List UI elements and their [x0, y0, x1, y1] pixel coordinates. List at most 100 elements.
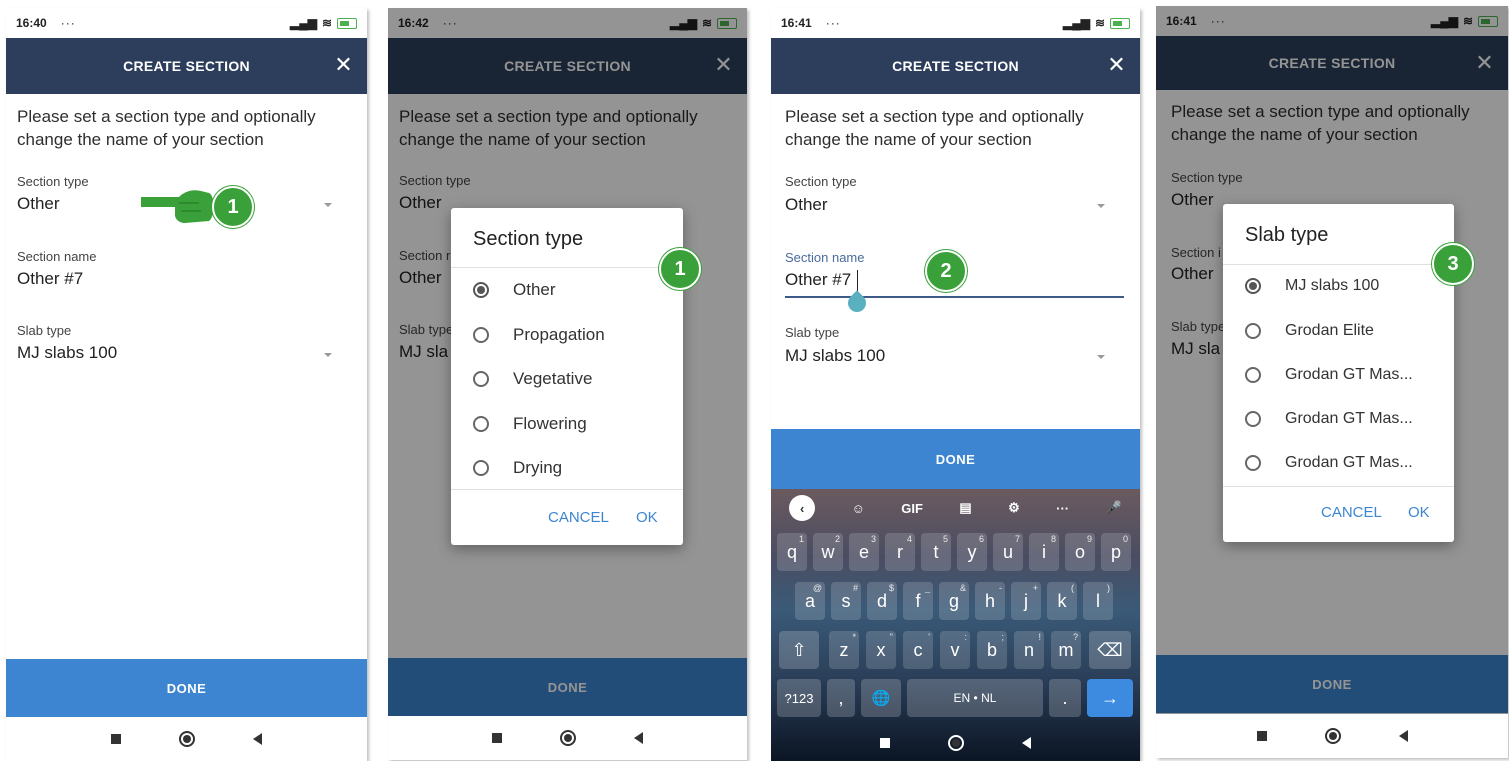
- key-g[interactable]: g &: [939, 582, 969, 620]
- key-o[interactable]: o9: [1065, 533, 1095, 571]
- comma-key[interactable]: ,: [827, 679, 855, 717]
- symbols-key[interactable]: ?123: [777, 679, 821, 717]
- cancel-button[interactable]: CANCEL: [548, 509, 609, 526]
- onscreen-keyboard: ‹ ☺ GIF ▤ ⚙ ··· 🎤 q 1 w 2 e 3 r 4 t 5 y 6 u 7 i 8 o 9 p 0 a @…: [771, 489, 1140, 761]
- option-label: Vegetative: [513, 369, 593, 388]
- done-button[interactable]: DONE: [6, 659, 367, 717]
- cursor-handle[interactable]: [844, 290, 870, 316]
- section-name-input[interactable]: Other #7: [17, 269, 83, 289]
- option-other[interactable]: Other: [473, 280, 556, 300]
- radio-icon[interactable]: [473, 371, 489, 387]
- chevron-down-icon[interactable]: [1097, 204, 1105, 208]
- option-vegetative[interactable]: Vegetative: [473, 369, 592, 389]
- key-t[interactable]: t5: [921, 533, 951, 571]
- radio-icon[interactable]: [1245, 455, 1261, 471]
- space-key[interactable]: EN • NL: [907, 679, 1043, 717]
- slab-type-select[interactable]: MJ slabs 100: [785, 346, 885, 366]
- option-grodan-gt-1[interactable]: Grodan GT Mas...: [1245, 366, 1413, 384]
- key-h[interactable]: h-: [975, 582, 1005, 620]
- close-icon[interactable]: ✕: [1107, 52, 1126, 78]
- period-key[interactable]: .: [1049, 679, 1081, 717]
- key-p[interactable]: p0: [1101, 533, 1131, 571]
- key-m[interactable]: m?: [1051, 631, 1081, 669]
- radio-icon[interactable]: [473, 460, 489, 476]
- phone-screen-3: 16:41 ··· ▂▄▆ ≋ CREATE SECTION ✕ Please se…: [771, 8, 1140, 761]
- home-icon[interactable]: [1324, 728, 1341, 744]
- key-z[interactable]: z *: [829, 631, 859, 669]
- radio-icon[interactable]: [473, 416, 489, 432]
- clipboard-icon[interactable]: ▤: [959, 500, 971, 516]
- option-grodan-gt-3[interactable]: Grodan GT Mas...: [1245, 454, 1413, 472]
- radio-icon[interactable]: [1245, 323, 1261, 339]
- radio-checked-icon[interactable]: [473, 282, 489, 298]
- section-name-input[interactable]: Other #7: [785, 270, 851, 290]
- close-icon[interactable]: ✕: [334, 52, 353, 78]
- key-b[interactable]: b;: [977, 631, 1007, 669]
- section-type-select[interactable]: Other: [785, 195, 828, 215]
- chevron-down-icon[interactable]: [324, 353, 332, 357]
- back-icon[interactable]: [634, 732, 643, 744]
- key-n[interactable]: n!: [1014, 631, 1044, 669]
- backspace-key[interactable]: ⌫: [1089, 631, 1131, 669]
- gif-button[interactable]: GIF: [901, 501, 923, 516]
- intro-text: Please set a section type and optionally…: [17, 107, 316, 149]
- microphone-icon[interactable]: 🎤: [1106, 500, 1122, 516]
- home-icon[interactable]: [560, 730, 576, 746]
- settings-icon[interactable]: ⚙: [1008, 500, 1020, 516]
- sticker-icon[interactable]: ☺: [852, 501, 865, 516]
- key-l[interactable]: l): [1083, 582, 1113, 620]
- done-button[interactable]: DONE: [771, 429, 1140, 489]
- key-v[interactable]: v:: [940, 631, 970, 669]
- home-icon[interactable]: [179, 731, 195, 747]
- home-icon[interactable]: [948, 735, 964, 751]
- option-grodan-gt-2[interactable]: Grodan GT Mas...: [1245, 410, 1413, 428]
- recents-icon[interactable]: [1256, 731, 1267, 741]
- key-w[interactable]: w2: [813, 533, 843, 571]
- key-k[interactable]: k(: [1047, 582, 1077, 620]
- clock: 16:40: [16, 16, 47, 30]
- radio-icon[interactable]: [473, 327, 489, 343]
- key-x[interactable]: x ": [866, 631, 896, 669]
- key-y[interactable]: y6: [957, 533, 987, 571]
- recents-icon[interactable]: [492, 733, 502, 743]
- back-icon[interactable]: [1398, 730, 1408, 742]
- key-hint: +: [1032, 583, 1038, 593]
- back-icon[interactable]: [253, 733, 262, 745]
- key-s[interactable]: s #: [831, 582, 861, 620]
- key-e[interactable]: e3: [849, 533, 879, 571]
- recents-icon[interactable]: [880, 738, 890, 748]
- back-icon[interactable]: [1022, 737, 1031, 749]
- option-flowering[interactable]: Flowering: [473, 414, 587, 434]
- radio-icon[interactable]: [1245, 367, 1261, 383]
- slab-type-select[interactable]: MJ slabs 100: [17, 343, 117, 363]
- collapse-icon[interactable]: ‹: [789, 495, 816, 521]
- chevron-down-icon[interactable]: [324, 203, 332, 207]
- radio-icon[interactable]: [1245, 411, 1261, 427]
- keyboard-toolbar: ‹ ☺ GIF ▤ ⚙ ··· 🎤: [771, 489, 1140, 527]
- cancel-button[interactable]: CANCEL: [1321, 504, 1382, 521]
- more-icon[interactable]: ···: [1056, 501, 1069, 516]
- key-r[interactable]: r4: [885, 533, 915, 571]
- enter-key[interactable]: →: [1087, 679, 1133, 717]
- option-propagation[interactable]: Propagation: [473, 325, 605, 345]
- shift-key[interactable]: ⇧: [779, 631, 819, 669]
- status-icons: ▂▄▆ ≋: [290, 16, 357, 30]
- key-d[interactable]: d $: [867, 582, 897, 620]
- key-u[interactable]: u7: [993, 533, 1023, 571]
- key-j[interactable]: j +: [1011, 582, 1041, 620]
- key-i[interactable]: i8: [1029, 533, 1059, 571]
- recents-icon[interactable]: [111, 734, 121, 744]
- option-grodan-elite[interactable]: Grodan Elite: [1245, 322, 1374, 340]
- option-drying[interactable]: Drying: [473, 458, 562, 478]
- section-type-select[interactable]: Other: [17, 194, 60, 214]
- key-q[interactable]: q1: [777, 533, 807, 571]
- ok-button[interactable]: OK: [1408, 504, 1430, 521]
- chevron-down-icon[interactable]: [1097, 355, 1105, 359]
- option-mj-slabs-100[interactable]: MJ slabs 100: [1245, 277, 1379, 295]
- key-f[interactable]: f _: [903, 582, 933, 620]
- ok-button[interactable]: OK: [636, 509, 658, 526]
- radio-checked-icon[interactable]: [1245, 278, 1261, 294]
- key-c[interactable]: c ': [903, 631, 933, 669]
- globe-icon[interactable]: 🌐: [861, 679, 901, 717]
- key-a[interactable]: a @: [795, 582, 825, 620]
